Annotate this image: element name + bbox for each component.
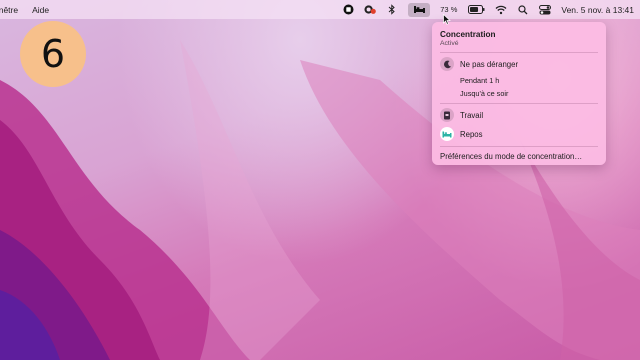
divider: [440, 146, 598, 147]
wifi-icon[interactable]: [495, 4, 507, 16]
battery-icon[interactable]: [467, 4, 485, 16]
menu-help[interactable]: Aide: [32, 5, 49, 15]
mouse-pointer-icon: [443, 14, 451, 25]
record-icon[interactable]: [342, 4, 354, 16]
divider: [440, 103, 598, 104]
focus-menu-title: Concentration: [440, 30, 496, 39]
work-badge-icon: [440, 108, 454, 122]
do-not-disturb-item[interactable]: Ne pas déranger: [460, 60, 518, 69]
battery-level: [469, 7, 478, 12]
menu-bar: enêtre Aide 73 % Ven. 5 nov. à 13:41: [0, 0, 640, 19]
cloud-sync-icon[interactable]: [364, 4, 377, 16]
focus-menu-status: Activé: [440, 40, 459, 47]
focus-bed-icon[interactable]: [408, 2, 431, 17]
menu-window[interactable]: enêtre: [0, 5, 18, 15]
control-center-icon[interactable]: [539, 4, 552, 16]
moon-icon: [440, 57, 454, 71]
focus-preferences-item[interactable]: Préférences du mode de concentration…: [440, 152, 582, 161]
divider: [440, 52, 598, 53]
focus-menu-popover: Concentration Activé Ne pas déranger Pen…: [432, 22, 606, 165]
battery-percent: 73 %: [440, 5, 458, 14]
search-icon[interactable]: [517, 4, 529, 16]
bed-icon: [440, 127, 454, 141]
for-one-hour-option[interactable]: Pendant 1 h: [460, 76, 499, 85]
rest-focus-item[interactable]: Repos: [460, 130, 483, 139]
step-number-badge: 6: [20, 21, 86, 87]
menu-clock[interactable]: Ven. 5 nov. à 13:41: [561, 5, 634, 15]
bluetooth-icon[interactable]: [386, 4, 398, 16]
work-focus-item[interactable]: Travail: [460, 111, 483, 120]
until-evening-option[interactable]: Jusqu'à ce soir: [460, 89, 508, 98]
